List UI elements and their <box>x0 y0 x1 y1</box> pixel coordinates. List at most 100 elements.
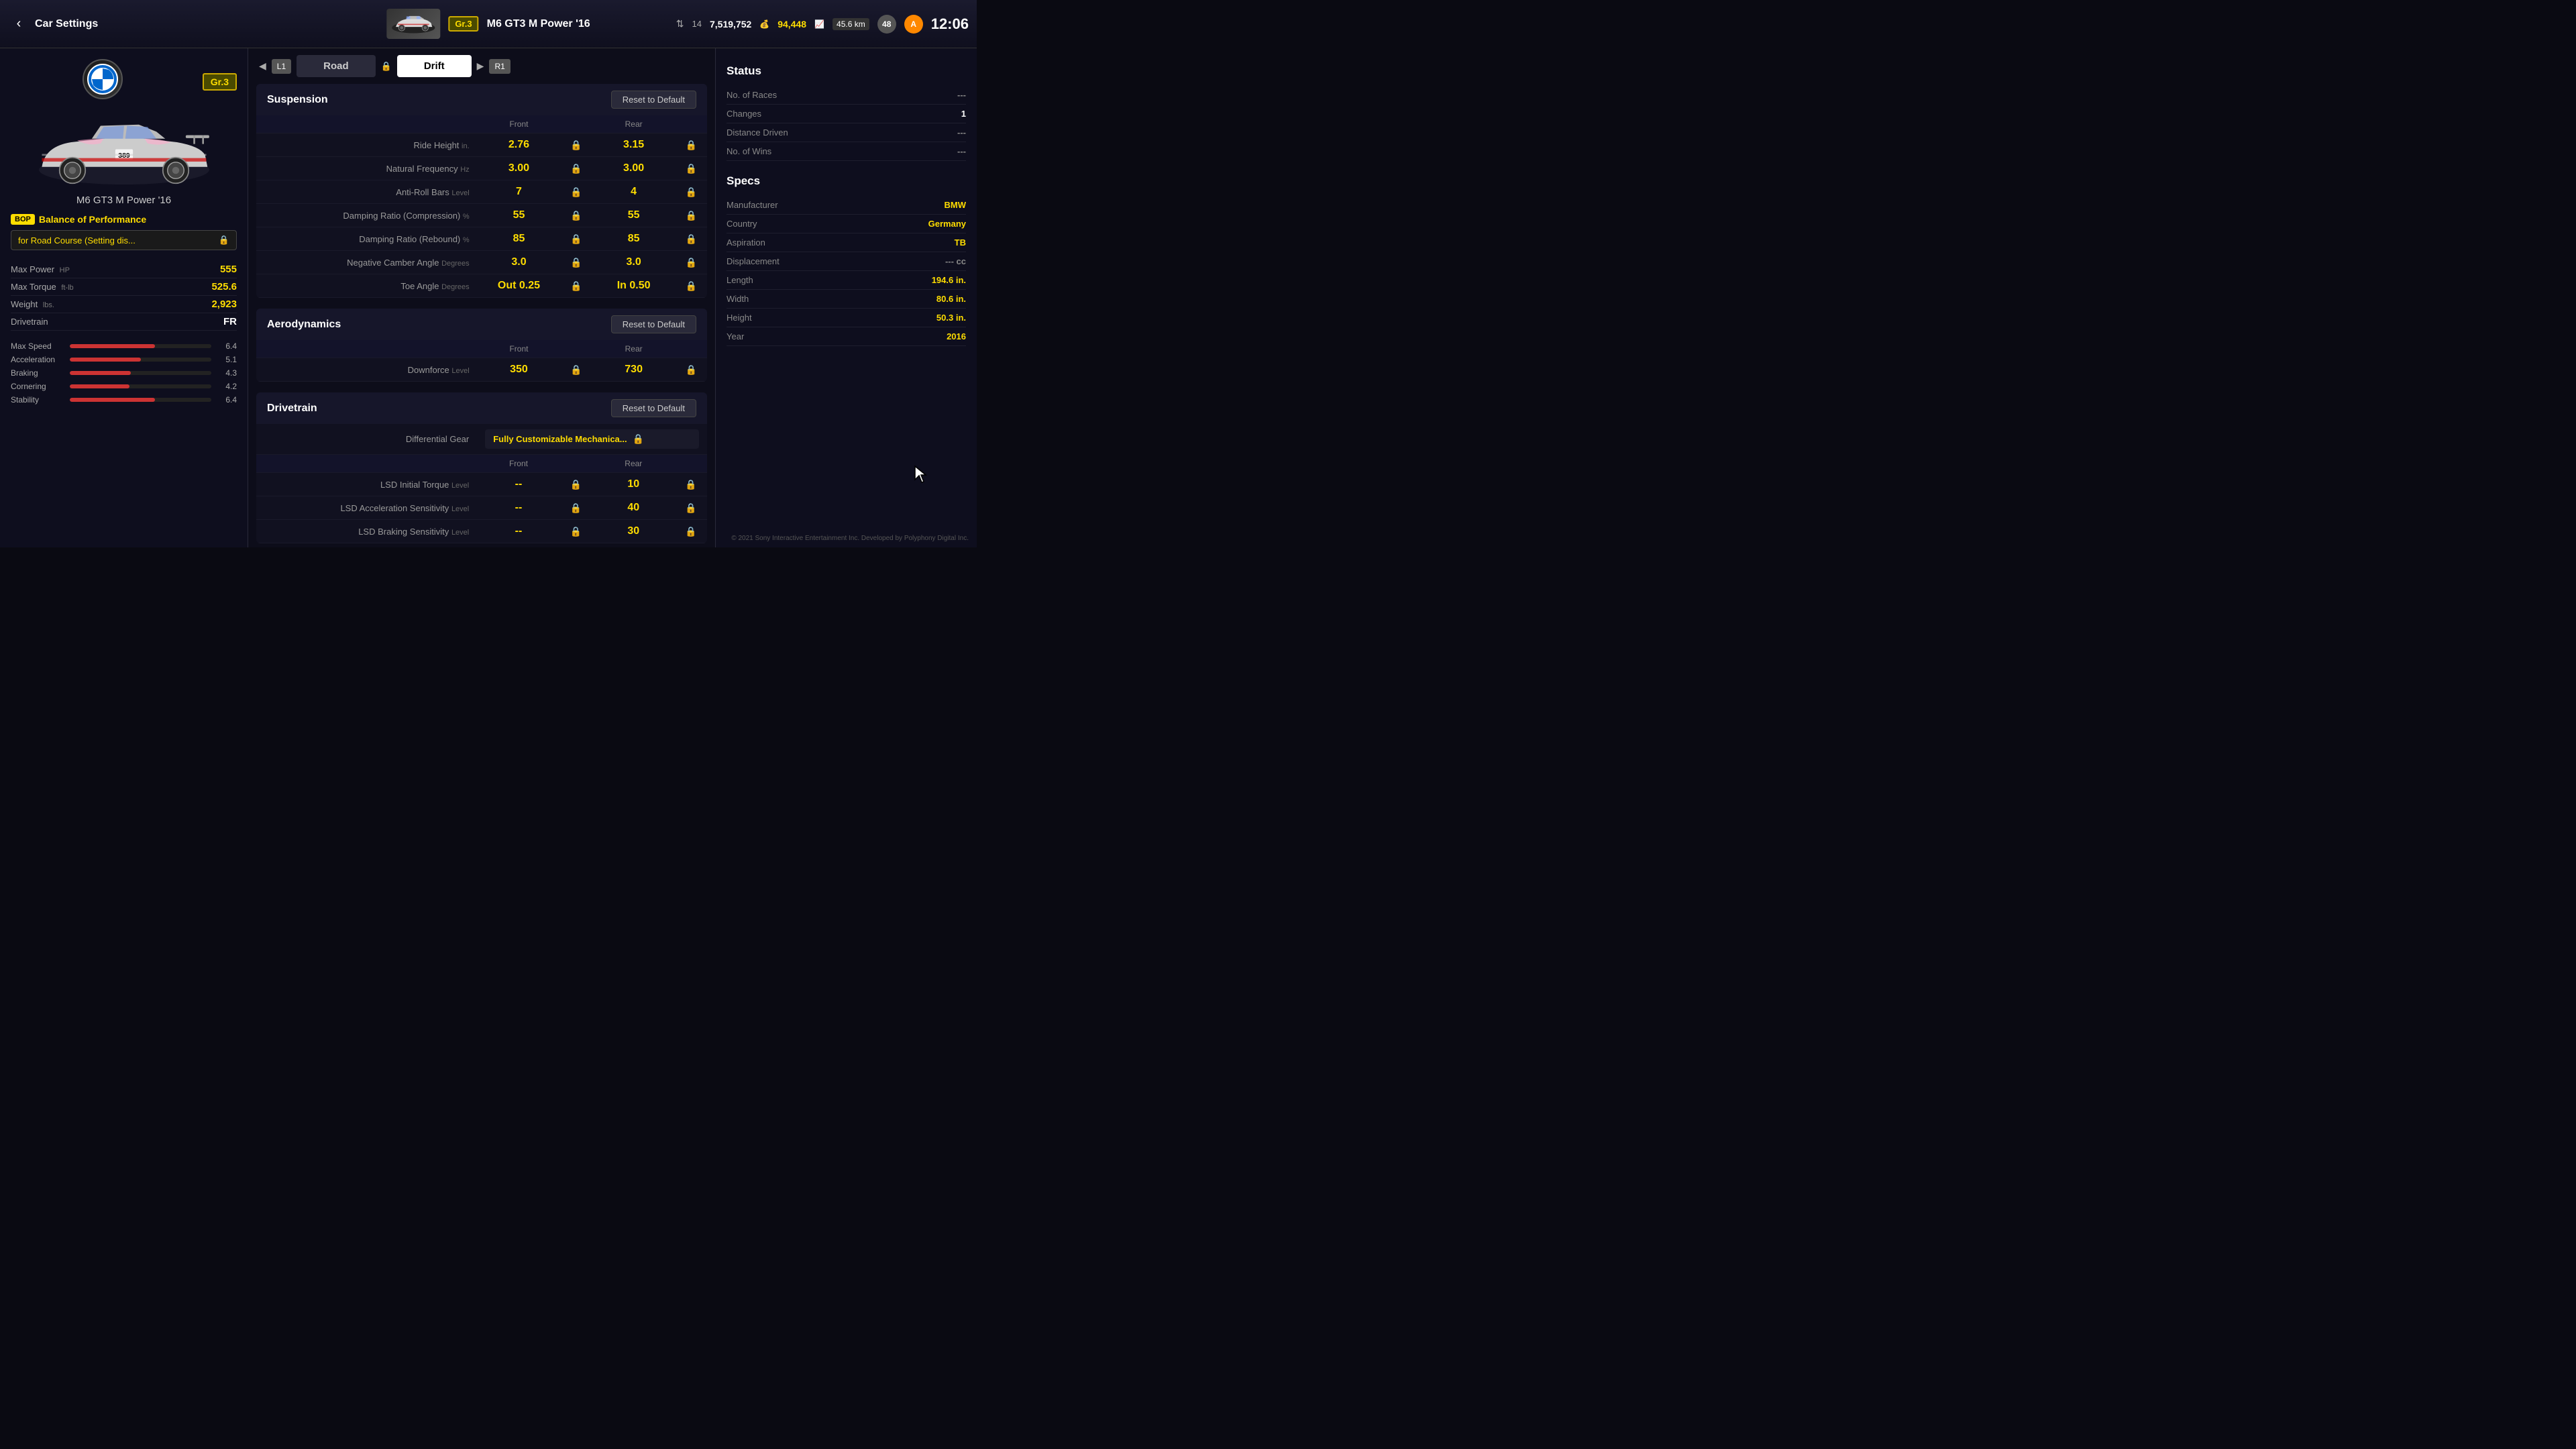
max-torque-label: Max Torque ft-lb <box>11 282 74 292</box>
lock-icon: 🔒 <box>570 280 582 291</box>
suspension-section: Suspension Reset to Default Front Rear R… <box>256 84 707 298</box>
car-image: 389 <box>11 115 237 189</box>
bop-lock-icon: 🔒 <box>219 235 229 246</box>
lock-icon-tabs: 🔒 <box>381 61 392 72</box>
tab-arrow-right[interactable]: ▶ <box>477 60 484 72</box>
trend-icon: 📈 <box>814 19 824 29</box>
tab-l1[interactable]: L1 <box>272 59 291 74</box>
drivetrain-value: FR <box>223 316 237 327</box>
perf-bar-speed-container <box>70 344 211 348</box>
perf-bar-speed <box>70 344 155 348</box>
credits-icon: 💰 <box>759 19 769 29</box>
drivetrain-section: Drivetrain Reset to Default Differential… <box>256 392 707 543</box>
top-bar: ‹ Car Settings Gr.3 M6 GT3 M Power '16 ⇅ <box>0 0 977 48</box>
aerodynamics-reset-button[interactable]: Reset to Default <box>611 315 696 333</box>
credits-value: 7,519,752 <box>710 19 751 30</box>
no-of-wins-value: --- <box>957 146 966 156</box>
aerodynamics-section: Aerodynamics Reset to Default Front Rear… <box>256 309 707 382</box>
camber-front-value: 3.0 <box>511 256 526 268</box>
suspension-title: Suspension <box>267 94 328 106</box>
tab-arrow-left[interactable]: ◀ <box>259 60 266 72</box>
lock-icon: 🔒 <box>685 479 696 490</box>
distance-driven-row: Distance Driven --- <box>727 123 966 142</box>
perf-label-cornering: Cornering <box>11 382 64 391</box>
bop-label: Balance of Performance <box>39 214 146 225</box>
max-power-label: Max Power HP <box>11 264 70 274</box>
height-row: Height 50.3 in. <box>727 309 966 327</box>
perf-value-speed: 6.4 <box>217 341 237 351</box>
lock-icon: 🔒 <box>685 526 696 537</box>
table-row: Damping Ratio (Compression) % 55 🔒 55 🔒 <box>256 204 707 227</box>
perf-label-accel: Acceleration <box>11 355 64 364</box>
country-value: Germany <box>928 219 966 229</box>
lsd-brake-rear-value: 30 <box>627 525 639 537</box>
year-label: Year <box>727 331 744 341</box>
drivetrain-reset-button[interactable]: Reset to Default <box>611 399 696 417</box>
drivetrain-table: Differential Gear Fully Customizable Mec… <box>256 424 707 543</box>
aero-rear-header: Rear <box>592 340 676 358</box>
suspension-rear-header: Rear <box>592 115 676 133</box>
ride-height-front-value: 2.76 <box>508 139 529 150</box>
lock-icon: 🔒 <box>570 364 582 375</box>
back-button[interactable]: ‹ <box>8 13 30 35</box>
lock-icon: 🔒 <box>686 364 697 375</box>
lock-icon: 🔒 <box>686 163 697 174</box>
perf-bar-accel-container <box>70 358 211 362</box>
lock-icon: 🔒 <box>570 526 582 537</box>
page-title: Car Settings <box>35 18 98 30</box>
max-speed-perf: Max Speed 6.4 <box>11 341 237 351</box>
car-name-sidebar: M6 GT3 M Power '16 <box>11 195 237 206</box>
ride-height-rear-value: 3.15 <box>623 139 644 150</box>
perf-bar-braking-container <box>70 371 211 375</box>
lsd-accel-front-value: -- <box>515 502 523 513</box>
downforce-rear-value: 730 <box>625 364 643 375</box>
width-value: 80.6 in. <box>936 294 966 304</box>
status-title: Status <box>727 64 966 78</box>
sort-icon: ⇅ <box>676 18 684 30</box>
tab-road[interactable]: Road <box>297 55 376 77</box>
lsd-init-front-value: -- <box>515 478 523 490</box>
bop-badge: BOP <box>11 214 35 225</box>
tab-r1[interactable]: R1 <box>489 59 510 74</box>
camber-rear-value: 3.0 <box>627 256 641 268</box>
manufacturer-value: BMW <box>945 200 967 210</box>
distance-value: 45.6 km <box>833 18 869 30</box>
drivetrain-label: Drivetrain <box>11 317 48 327</box>
suspension-reset-button[interactable]: Reset to Default <box>611 91 696 109</box>
perf-bar-stability-container <box>70 398 211 402</box>
country-label: Country <box>727 219 757 229</box>
lock-icon: 🔒 <box>570 163 582 174</box>
car-thumbnail <box>386 9 440 39</box>
lock-icon: 🔒 <box>686 140 697 150</box>
year-row: Year 2016 <box>727 327 966 346</box>
perf-bar-stability <box>70 398 155 402</box>
suspension-header: Suspension Reset to Default <box>256 84 707 115</box>
left-sidebar: Gr.3 389 <box>0 48 248 547</box>
displacement-value: --- cc <box>945 256 966 266</box>
changes-value: 1 <box>961 109 966 119</box>
tab-drift[interactable]: Drift <box>397 55 472 77</box>
perf-value-accel: 5.1 <box>217 355 237 364</box>
table-row: Toe Angle Degrees Out 0.25 🔒 In 0.50 🔒 <box>256 274 707 298</box>
perf-label-speed: Max Speed <box>11 341 64 351</box>
displacement-row: Displacement --- cc <box>727 252 966 271</box>
bop-row: BOP Balance of Performance <box>11 214 237 225</box>
damp-comp-front-value: 55 <box>513 209 525 221</box>
perf-value-cornering: 4.2 <box>217 382 237 391</box>
aerodynamics-title: Aerodynamics <box>267 319 341 331</box>
bop-info-row[interactable]: for Road Course (Setting dis... 🔒 <box>11 230 237 250</box>
lsd-brake-front-value: -- <box>515 525 523 537</box>
lock-icon: 🔒 <box>686 186 697 197</box>
width-label: Width <box>727 294 749 304</box>
table-row: Ride Height in. 2.76 🔒 3.15 🔒 <box>256 133 707 157</box>
car-name-top: M6 GT3 M Power '16 <box>487 18 590 30</box>
lock-icon: 🔒 <box>570 502 582 513</box>
lock-icon: 🔒 <box>570 257 582 268</box>
perf-value-braking: 4.3 <box>217 368 237 378</box>
badge-a: A <box>904 15 923 34</box>
drivetrain-rear-header: Rear <box>592 455 675 473</box>
length-row: Length 194.6 in. <box>727 271 966 290</box>
lock-icon: 🔒 <box>686 257 697 268</box>
nat-freq-front-value: 3.00 <box>508 162 529 174</box>
downforce-front-value: 350 <box>510 364 528 375</box>
